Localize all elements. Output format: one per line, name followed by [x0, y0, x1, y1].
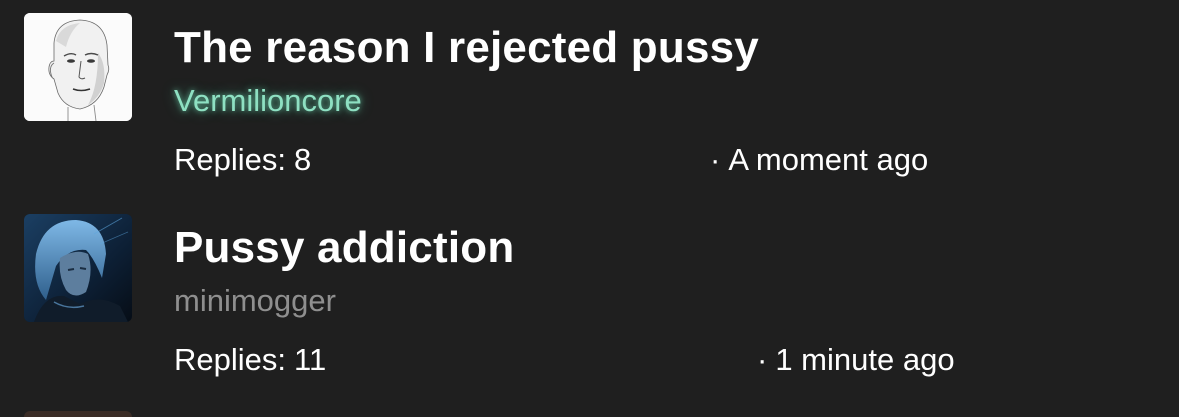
timestamp: · A moment ago	[710, 140, 928, 180]
thread-author[interactable]: Vermilioncore	[174, 81, 362, 121]
avatar[interactable]	[24, 13, 132, 121]
replies-count: 11	[294, 342, 327, 377]
avatar[interactable]	[24, 214, 132, 322]
sketch-face-avatar-image	[24, 13, 132, 121]
replies-info: Replies: 11	[174, 340, 326, 380]
thread-row[interactable]: Pussy addiction minimogger Replies: 11 · 1…	[0, 200, 1179, 400]
replies-label: Replies:	[174, 342, 286, 377]
thread-author[interactable]: minimogger	[174, 281, 336, 321]
timestamp: · 1 minute ago	[757, 340, 955, 380]
blue-haired-character-avatar-image	[24, 214, 132, 322]
replies-info: Replies: 8	[174, 140, 311, 180]
avatar[interactable]	[24, 411, 132, 417]
separator-dot: ·	[757, 342, 768, 377]
time-ago: 1 minute ago	[775, 342, 955, 377]
thread-title[interactable]: Pussy addiction	[174, 222, 514, 274]
replies-label: Replies:	[174, 142, 286, 177]
thread-row[interactable]: The reason I rejected pussy Vermilioncor…	[0, 0, 1179, 200]
separator-dot: ·	[710, 142, 721, 177]
replies-count: 8	[294, 142, 312, 177]
time-ago: A moment ago	[728, 142, 929, 177]
thread-title[interactable]: The reason I rejected pussy	[174, 22, 759, 74]
